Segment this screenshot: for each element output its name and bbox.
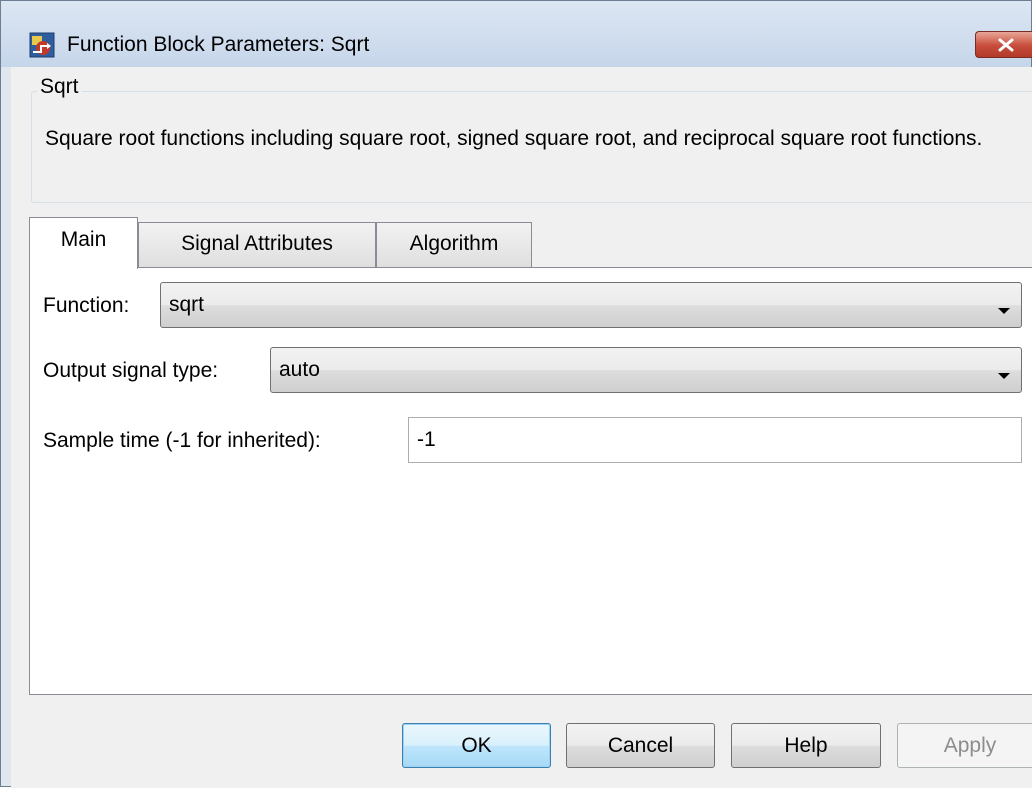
function-label: Function: <box>43 294 130 317</box>
dialog-client-area: Sqrt Square root functions including squ… <box>11 67 1032 788</box>
sample-time-input[interactable] <box>409 418 1021 462</box>
ok-button-label: OK <box>461 734 492 757</box>
dialog-window: Function Block Parameters: Sqrt Sqrt Squ… <box>0 0 1032 788</box>
tab-main-label: Main <box>60 228 107 251</box>
tab-algorithm-label: Algorithm <box>409 232 499 255</box>
chevron-down-icon <box>997 367 1011 385</box>
output-signal-type-label: Output signal type: <box>43 359 219 382</box>
apply-button-label: Apply <box>943 734 997 757</box>
cancel-button-label: Cancel <box>607 734 674 757</box>
apply-button[interactable]: Apply <box>897 723 1032 768</box>
tab-signal-attributes[interactable]: Signal Attributes <box>138 222 376 267</box>
close-button[interactable] <box>975 31 1032 58</box>
function-select-value: sqrt <box>169 293 205 316</box>
chevron-down-icon <box>997 302 1011 320</box>
help-button[interactable]: Help <box>731 723 881 768</box>
tab-main[interactable]: Main <box>29 217 138 269</box>
sample-time-field[interactable] <box>408 417 1022 463</box>
sample-time-label: Sample time (-1 for inherited): <box>43 429 321 452</box>
title-bar[interactable]: Function Block Parameters: Sqrt <box>1 1 1032 67</box>
help-button-label: Help <box>784 734 828 757</box>
window-title: Function Block Parameters: Sqrt <box>67 33 370 56</box>
output-signal-type-value: auto <box>279 358 320 381</box>
block-description: Square root functions including square r… <box>45 127 983 150</box>
description-group-title: Sqrt <box>37 74 82 100</box>
tab-algorithm[interactable]: Algorithm <box>376 222 532 267</box>
cancel-button[interactable]: Cancel <box>566 723 715 768</box>
main-tab-panel: Function: sqrt Output signal type: auto … <box>29 267 1032 695</box>
output-signal-type-select[interactable]: auto <box>270 347 1022 393</box>
function-select[interactable]: sqrt <box>160 282 1022 328</box>
ok-button[interactable]: OK <box>402 723 551 768</box>
simulink-block-icon <box>29 32 55 58</box>
tab-signal-attributes-label: Signal Attributes <box>181 232 333 255</box>
